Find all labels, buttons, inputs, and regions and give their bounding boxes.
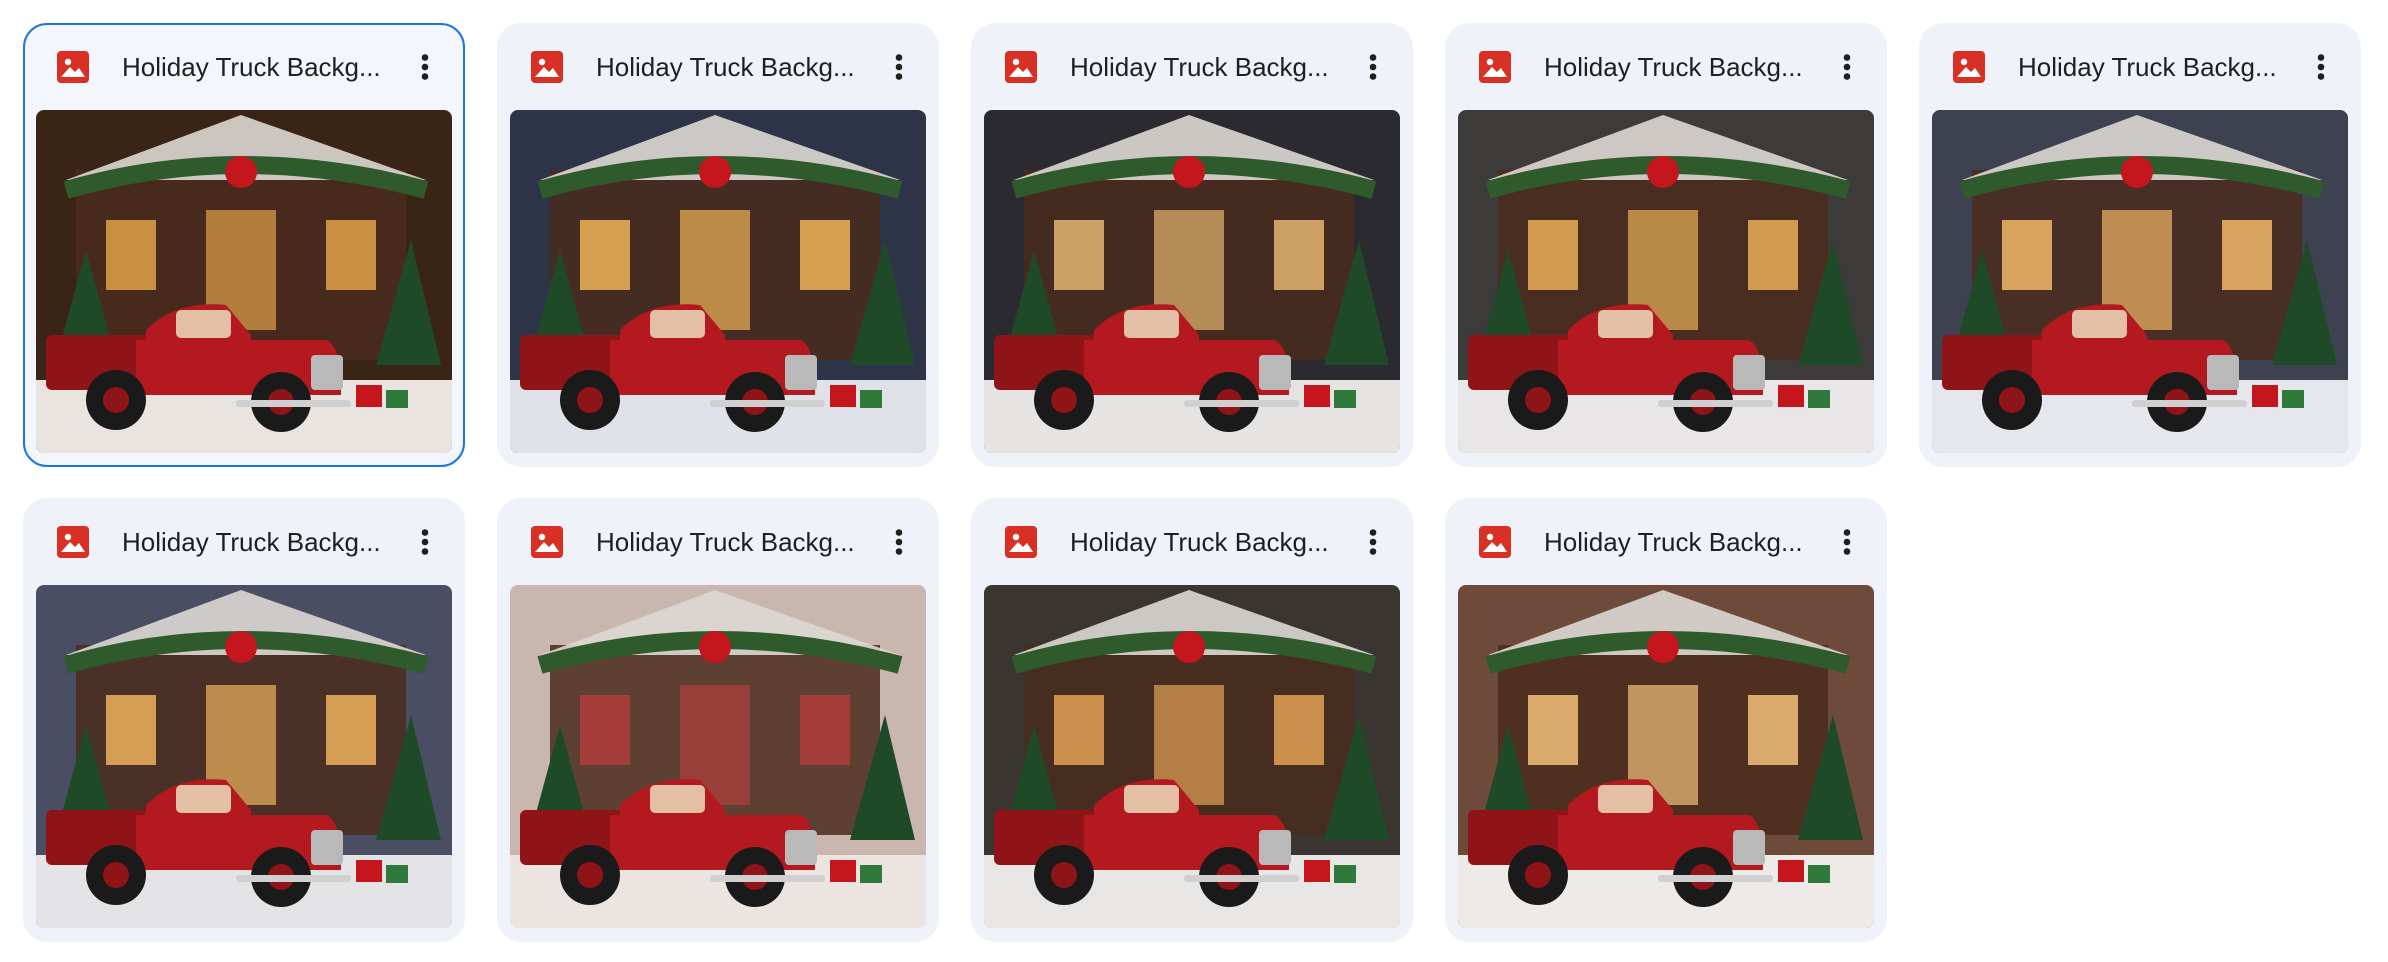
more-vert-icon[interactable] [1351,520,1395,564]
file-thumbnail[interactable] [1458,585,1874,928]
file-name[interactable]: Holiday Truck Backg... [596,48,866,86]
image-file-icon [1479,526,1511,558]
file-card-inner: Holiday Truck Backg... [971,498,1413,942]
file-thumbnail[interactable] [984,585,1400,928]
more-vert-icon[interactable] [1825,520,1869,564]
file-thumbnail[interactable] [510,110,926,453]
file-card[interactable]: Holiday Truck Backg... [1445,498,1887,942]
file-card-inner: Holiday Truck Backg... [1919,23,2361,467]
file-card[interactable]: Holiday Truck Backg... [23,498,465,942]
image-file-icon [1005,51,1037,83]
file-name[interactable]: Holiday Truck Backg... [1544,48,1814,86]
file-card-inner: Holiday Truck Backg... [497,498,939,942]
more-vert-icon[interactable] [877,45,921,89]
file-name[interactable]: Holiday Truck Backg... [2018,48,2288,86]
file-thumbnail[interactable] [984,110,1400,453]
file-name[interactable]: Holiday Truck Backg... [122,523,392,561]
file-thumbnail[interactable] [36,110,452,453]
file-card[interactable]: Holiday Truck Backg... [1445,23,1887,467]
file-card[interactable]: Holiday Truck Backg... [971,498,1413,942]
file-name[interactable]: Holiday Truck Backg... [1544,523,1814,561]
more-vert-icon[interactable] [1351,45,1395,89]
more-vert-icon[interactable] [403,520,447,564]
image-file-icon [1479,51,1511,83]
image-file-icon [531,51,563,83]
file-card-inner: Holiday Truck Backg... [971,23,1413,467]
image-file-icon [1953,51,1985,83]
file-card[interactable]: Holiday Truck Backg... [971,23,1413,467]
more-vert-icon[interactable] [2299,45,2343,89]
more-vert-icon[interactable] [1825,45,1869,89]
image-file-icon [57,51,89,83]
file-thumbnail[interactable] [1932,110,2348,453]
image-file-icon [57,526,89,558]
file-thumbnail[interactable] [36,585,452,928]
more-vert-icon[interactable] [877,520,921,564]
file-card[interactable]: Holiday Truck Backg... [23,23,465,467]
file-name[interactable]: Holiday Truck Backg... [596,523,866,561]
file-name[interactable]: Holiday Truck Backg... [1070,523,1340,561]
file-grid: Holiday Truck Backg... Holiday Truck Bac… [23,23,2361,942]
image-file-icon [531,526,563,558]
file-name[interactable]: Holiday Truck Backg... [122,48,392,86]
file-card-inner: Holiday Truck Backg... [1445,23,1887,467]
file-card-inner: Holiday Truck Backg... [23,498,465,942]
file-card-inner: Holiday Truck Backg... [497,23,939,467]
file-card[interactable]: Holiday Truck Backg... [497,23,939,467]
file-thumbnail[interactable] [1458,110,1874,453]
file-card[interactable]: Holiday Truck Backg... [497,498,939,942]
file-card-inner: Holiday Truck Backg... [23,23,465,467]
more-vert-icon[interactable] [403,45,447,89]
file-thumbnail[interactable] [510,585,926,928]
file-card-inner: Holiday Truck Backg... [1445,498,1887,942]
image-file-icon [1005,526,1037,558]
file-name[interactable]: Holiday Truck Backg... [1070,48,1340,86]
file-card[interactable]: Holiday Truck Backg... [1919,23,2361,467]
